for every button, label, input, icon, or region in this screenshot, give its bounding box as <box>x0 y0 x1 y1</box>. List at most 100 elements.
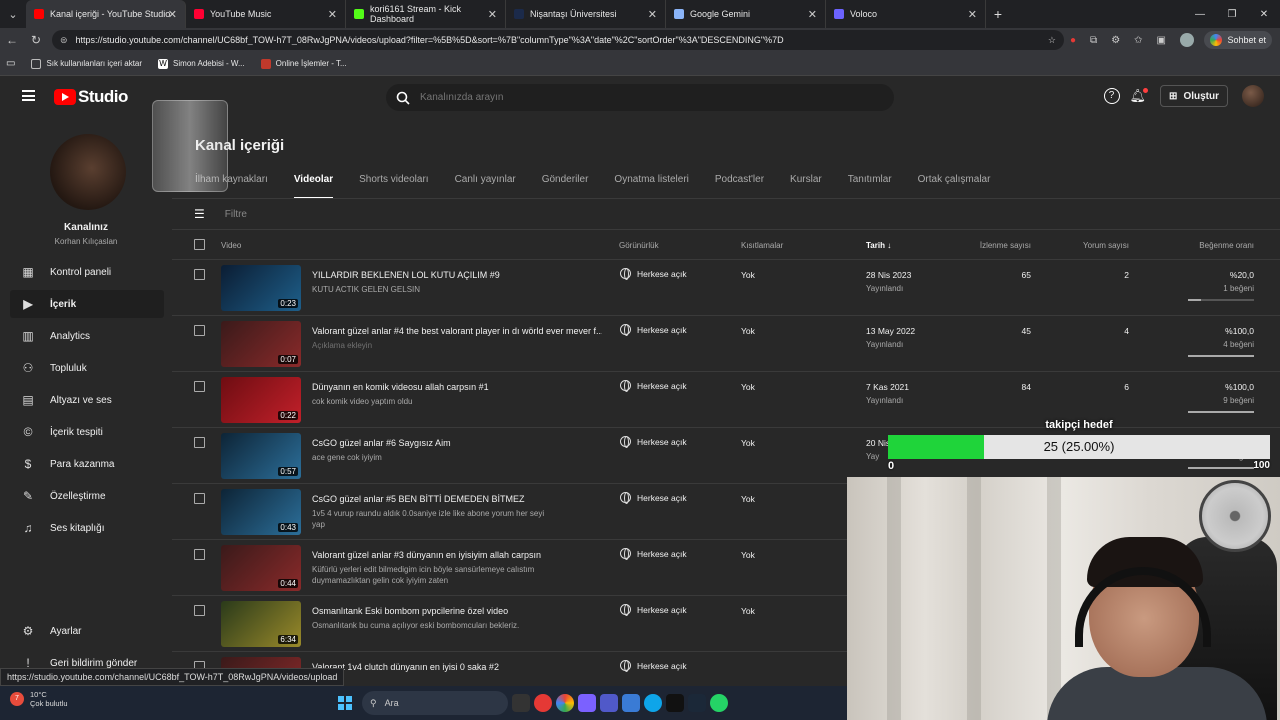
content-tab[interactable]: Podcast'ler <box>715 174 764 199</box>
favorite-star-icon[interactable]: ☆ <box>1048 35 1056 46</box>
menu-icon[interactable] <box>22 90 35 101</box>
close-tab-icon[interactable]: ✕ <box>968 8 977 21</box>
content-tab[interactable]: Shorts videoları <box>359 174 428 199</box>
restore-button[interactable]: ❐ <box>1216 9 1248 20</box>
epic-games-icon[interactable] <box>666 694 684 712</box>
app-icon[interactable] <box>622 694 640 712</box>
visibility-cell[interactable]: Herkese açık <box>620 660 687 672</box>
content-tab[interactable]: Ortak çalışmalar <box>918 174 991 199</box>
close-tab-icon[interactable]: ✕ <box>808 8 817 21</box>
close-tab-icon[interactable]: ✕ <box>328 8 337 21</box>
row-checkbox[interactable] <box>194 269 205 280</box>
back-button[interactable]: ← <box>0 33 24 47</box>
browser-tab[interactable]: Voloco ✕ <box>826 0 986 28</box>
extensions-icon[interactable]: ⚙ <box>1111 35 1120 46</box>
sidebar-item-monetization[interactable]: $ Para kazanma <box>10 450 164 478</box>
content-tab[interactable]: Kurslar <box>790 174 822 199</box>
browser-tab[interactable]: YouTube Music ✕ <box>186 0 346 28</box>
video-thumbnail[interactable]: 0:23 <box>221 265 301 311</box>
sidebar-item-settings[interactable]: ⚙ Ayarlar <box>10 617 164 645</box>
minimize-button[interactable]: — <box>1184 9 1216 20</box>
content-tab[interactable]: Gönderiler <box>542 174 589 199</box>
video-thumbnail[interactable]: 0:57 <box>221 433 301 479</box>
row-checkbox[interactable] <box>194 493 205 504</box>
video-title[interactable]: Valorant güzel anlar #3 dünyanın en iyis… <box>312 550 602 560</box>
studio-logo[interactable]: Studio <box>54 87 128 107</box>
notifications-bell-icon[interactable]: 🔔︎ <box>1130 88 1149 104</box>
sidebar-item-copyright[interactable]: © İçerik tespiti <box>10 418 164 446</box>
video-thumbnail[interactable]: 0:43 <box>221 489 301 535</box>
account-avatar[interactable] <box>1242 85 1264 107</box>
sidebar-item-dashboard[interactable]: ▦ Kontrol paneli <box>10 258 164 286</box>
sidebar-item-content[interactable]: ▶ İçerik <box>10 290 164 318</box>
row-checkbox[interactable] <box>194 549 205 560</box>
windows-start-icon[interactable] <box>338 696 352 710</box>
video-title[interactable]: CsGO güzel anlar #5 BEN BİTTİ DEMEDEN Bİ… <box>312 494 602 504</box>
site-info-icon[interactable]: ⊜ <box>60 35 68 46</box>
filter-icon[interactable]: ☰ <box>194 207 205 221</box>
sidebar-item-audio-library[interactable]: ♫ Ses kitaplığı <box>10 514 164 542</box>
browser-tab[interactable]: Google Gemini ✕ <box>666 0 826 28</box>
new-tab-button[interactable]: + <box>986 6 1010 22</box>
sidebar-item-community[interactable]: ⚇ Topluluk <box>10 354 164 382</box>
sidebar-item-analytics[interactable]: ▥ Analytics <box>10 322 164 350</box>
edge-icon[interactable] <box>644 694 662 712</box>
row-checkbox[interactable] <box>194 381 205 392</box>
video-title[interactable]: Osmanlıtank Eski bombom pvpcilerine özel… <box>312 606 602 616</box>
collections-icon[interactable]: ▣ <box>1157 35 1166 46</box>
create-button[interactable]: ⊞ Oluştur <box>1160 85 1228 107</box>
video-thumbnail[interactable]: 0:44 <box>221 545 301 591</box>
video-thumbnail[interactable]: 0:22 <box>221 377 301 423</box>
video-thumbnail[interactable]: 0:07 <box>221 321 301 367</box>
reading-list-icon[interactable]: ▭ <box>6 58 15 69</box>
video-row[interactable]: 0:07 Valorant güzel anlar #4 the best va… <box>172 316 1280 372</box>
help-icon[interactable]: ? <box>1103 88 1120 104</box>
search-input[interactable] <box>420 92 820 103</box>
bookmark-item[interactable]: Sık kullanılanları içeri aktar <box>31 58 142 69</box>
visibility-cell[interactable]: Herkese açık <box>620 324 687 336</box>
user-avatar-icon[interactable] <box>1180 33 1194 47</box>
column-date[interactable]: Tarih ↓ <box>866 241 891 250</box>
sidebar-item-subtitles[interactable]: ▤ Altyazı ve ses <box>10 386 164 414</box>
task-view-icon[interactable] <box>512 694 530 712</box>
row-checkbox[interactable] <box>194 437 205 448</box>
visibility-cell[interactable]: Herkese açık <box>620 380 687 392</box>
video-title[interactable]: Valorant güzel anlar #4 the best valoran… <box>312 326 602 336</box>
extensions-icons[interactable]: ● ⧉ ⚙ ✩ ▣ ⋯ <box>1070 32 1216 48</box>
video-title[interactable]: CsGO güzel anlar #6 Saygısız Aim <box>312 438 602 448</box>
video-title[interactable]: YILLARDIR BEKLENEN LOL KUTU AÇILIM #9 <box>312 270 602 280</box>
taskbar-search[interactable]: ⚲ Ara <box>362 691 508 715</box>
extension-icon[interactable]: ● <box>1070 35 1076 46</box>
chrome-icon[interactable] <box>556 694 574 712</box>
content-tab[interactable]: Canlı yayınlar <box>455 174 516 199</box>
visibility-cell[interactable]: Herkese açık <box>620 604 687 616</box>
bookmark-item[interactable]: Online İşlemler - T... <box>260 58 347 69</box>
steam-icon[interactable] <box>688 694 706 712</box>
channel-search[interactable] <box>386 84 894 111</box>
visibility-cell[interactable]: Herkese açık <box>620 436 687 448</box>
content-tab[interactable]: Videolar <box>293 174 334 199</box>
bookmark-item[interactable]: W Simon Adebisi - W... <box>158 58 245 69</box>
reload-button[interactable]: ↻ <box>24 33 48 47</box>
visibility-cell[interactable]: Herkese açık <box>620 268 687 280</box>
browser-tab[interactable]: Kanal içeriği - YouTube Studio ✕ <box>26 0 186 28</box>
video-title[interactable]: Dünyanın en komik videosu allah carpsın … <box>312 382 602 392</box>
weather-widget[interactable]: 7 10°C Çok bulutlu <box>10 690 68 708</box>
close-tab-icon[interactable]: ✕ <box>648 8 657 21</box>
select-all-checkbox[interactable] <box>194 239 205 250</box>
video-row[interactable]: 0:23 YILLARDIR BEKLENEN LOL KUTU AÇILIM … <box>172 260 1280 316</box>
close-tab-icon[interactable]: ✕ <box>488 8 497 21</box>
favorites-icon[interactable]: ✩ <box>1134 35 1142 46</box>
column-views[interactable]: İzlenme sayısı <box>980 241 1031 250</box>
browser-tab[interactable]: Nişantaşı Üniversitesi ✕ <box>506 0 666 28</box>
visibility-cell[interactable]: Herkese açık <box>620 492 687 504</box>
browser-tab[interactable]: kori6161 Stream - Kick Dashboard ✕ <box>346 0 506 28</box>
row-checkbox[interactable] <box>194 325 205 336</box>
whatsapp-icon[interactable] <box>710 694 728 712</box>
column-likes[interactable]: Beğenme oranı <box>1199 241 1254 250</box>
close-window-button[interactable]: ✕ <box>1248 9 1280 20</box>
sidebar-item-customization[interactable]: ✎ Özelleştirme <box>10 482 164 510</box>
teams-icon[interactable] <box>600 694 618 712</box>
url-field[interactable]: ⊜ https://studio.youtube.com/channel/UC6… <box>52 30 1064 50</box>
column-visibility[interactable]: Görünürlük <box>619 241 659 250</box>
